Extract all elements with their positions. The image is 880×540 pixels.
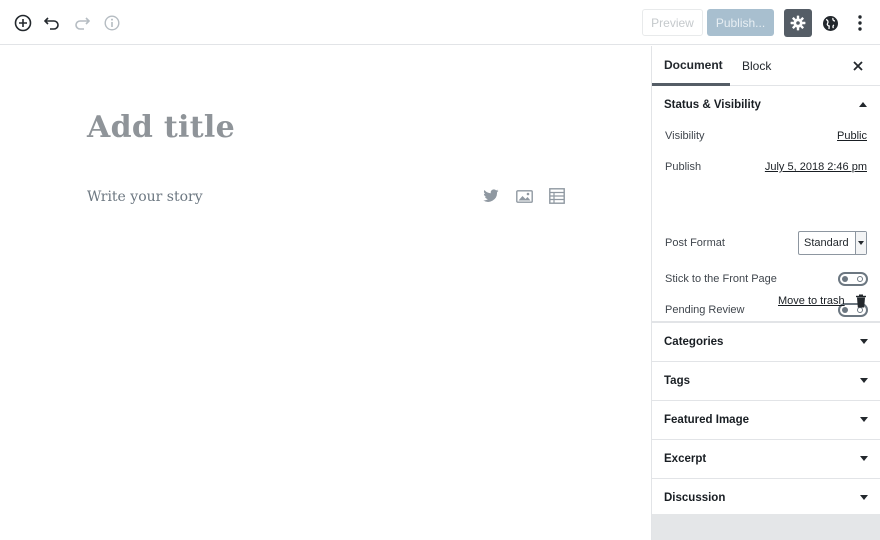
undo-icon[interactable]: [40, 11, 64, 35]
panel-title: Tags: [664, 375, 690, 387]
toggle-knob: [842, 276, 848, 282]
panel-header: Categories: [652, 323, 880, 361]
sidebar-tabs: Document Block: [652, 46, 880, 86]
table-icon[interactable]: [548, 187, 566, 205]
panel-tags[interactable]: Tags: [652, 362, 880, 401]
panel-categories[interactable]: Categories: [652, 323, 880, 362]
panel-title: Excerpt: [664, 453, 707, 465]
status-visibility-toggle[interactable]: Status & Visibility: [652, 86, 880, 124]
image-icon[interactable]: [515, 187, 533, 205]
preview-button[interactable]: Preview: [642, 9, 703, 36]
post-format-label: Post Format: [665, 237, 725, 249]
panel-header: Excerpt: [652, 440, 880, 478]
trash-icon[interactable]: [855, 294, 867, 308]
twitter-icon[interactable]: [482, 187, 500, 205]
toggle-off-indicator: [857, 276, 863, 282]
post-format-value: Standard: [804, 237, 849, 249]
panel-excerpt[interactable]: Excerpt: [652, 440, 880, 479]
gear-icon: [790, 15, 806, 31]
info-icon[interactable]: [100, 11, 124, 35]
globe-icon[interactable]: [818, 11, 842, 35]
panel-header: Featured Image: [652, 401, 880, 439]
default-block-appender[interactable]: Write your story: [87, 189, 203, 205]
close-icon[interactable]: [850, 58, 866, 74]
collapsed-panels: Categories Tags Featured Image Excerpt D…: [652, 322, 880, 518]
pending-review-label: Pending Review: [665, 304, 745, 316]
chevron-down-icon: [860, 378, 868, 383]
publish-date-toggle[interactable]: July 5, 2018 2:46 pm: [765, 161, 867, 173]
panel-title: Status & Visibility: [664, 99, 761, 111]
toggle-knob: [842, 307, 848, 313]
visibility-toggle[interactable]: Public: [837, 130, 867, 142]
chevron-down-icon: [860, 339, 868, 344]
chevron-down-icon: [860, 417, 868, 422]
panel-title: Discussion: [664, 492, 726, 504]
sticky-label: Stick to the Front Page: [665, 273, 777, 285]
publish-button[interactable]: Publish...: [707, 9, 774, 36]
post-title-input[interactable]: Add title: [87, 110, 235, 145]
chevron-down-icon: [860, 456, 868, 461]
panel-title: Featured Image: [664, 414, 749, 426]
visibility-label: Visibility: [665, 130, 705, 142]
post-format-select[interactable]: Standard: [798, 231, 867, 255]
editor-canvas: Add title Write your story: [0, 46, 651, 540]
settings-sidebar: Document Block Status & Visibility Visib…: [651, 46, 880, 540]
panel-featured-image[interactable]: Featured Image: [652, 401, 880, 440]
chevron-up-icon: [859, 102, 867, 107]
chevron-down-icon: [855, 232, 866, 254]
move-to-trash-link[interactable]: Move to trash: [778, 295, 845, 307]
status-visibility-panel: Status & Visibility Visibility Public Pu…: [652, 86, 880, 322]
panel-header: Tags: [652, 362, 880, 400]
tab-document[interactable]: Document: [652, 46, 730, 86]
panel-discussion[interactable]: Discussion: [652, 479, 880, 518]
editor-toolbar: Preview Publish...: [0, 0, 880, 45]
redo-icon[interactable]: [70, 11, 94, 35]
chevron-down-icon: [860, 495, 868, 500]
sidebar-footer: [652, 514, 880, 540]
settings-button[interactable]: [784, 9, 812, 37]
sticky-toggle[interactable]: [838, 272, 868, 286]
publish-label: Publish: [665, 161, 702, 173]
add-block-icon[interactable]: [11, 11, 35, 35]
panel-header: Discussion: [652, 479, 880, 517]
panel-title: Categories: [664, 336, 724, 348]
more-vertical-icon[interactable]: [848, 11, 872, 35]
tab-block[interactable]: Block: [742, 46, 771, 86]
